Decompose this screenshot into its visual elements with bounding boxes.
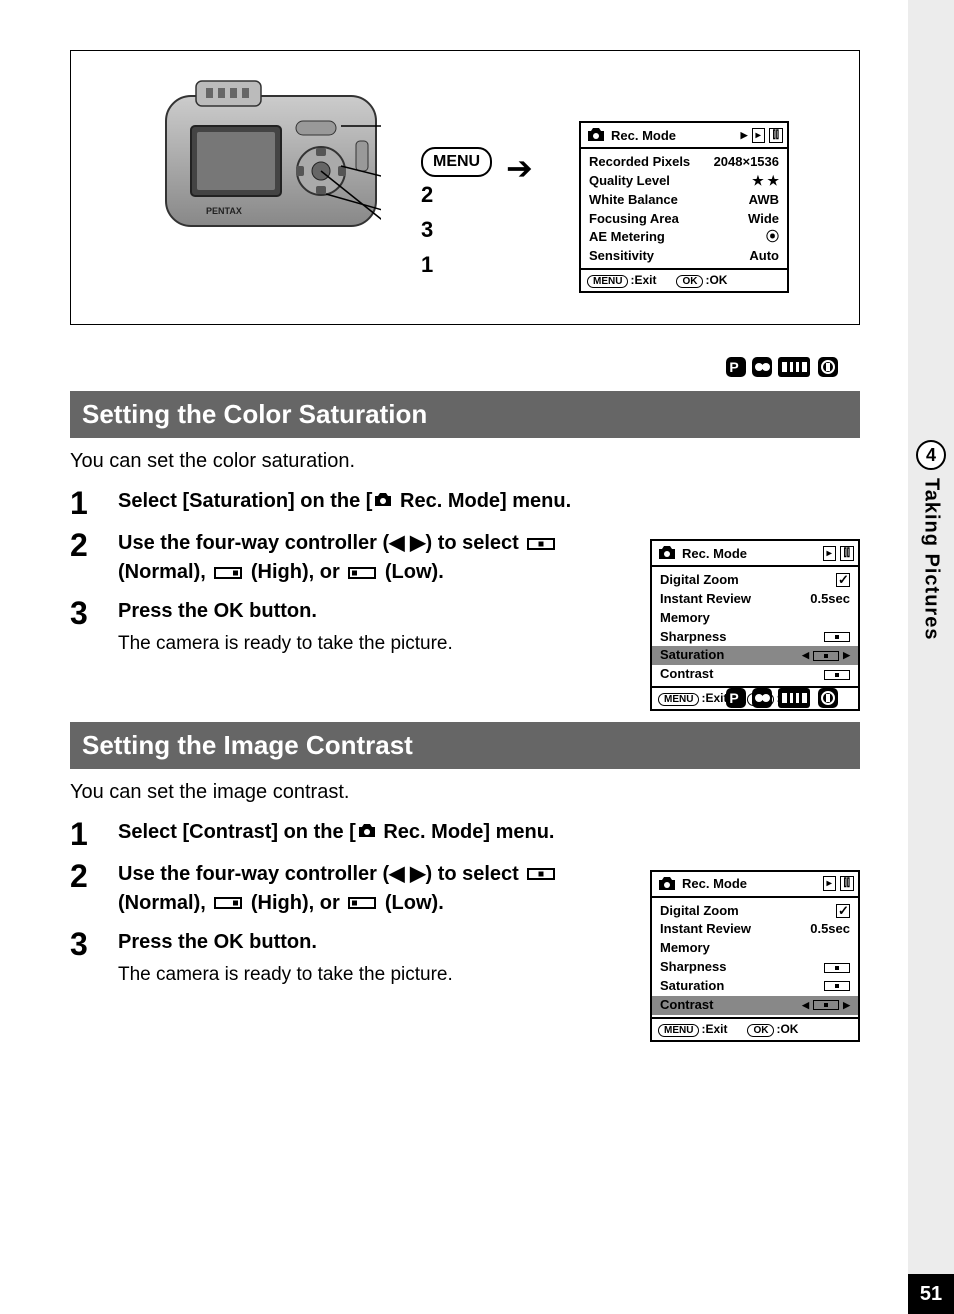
section-contrast: P Setting the Image Contrast You can set… (70, 686, 860, 989)
lcd-row: Saturation (660, 977, 850, 996)
camera-icon (656, 544, 678, 562)
page-number: 51 (908, 1274, 954, 1314)
svg-text:PENTAX: PENTAX (206, 206, 242, 216)
section-saturation: P Setting the Color Saturation You can s… (70, 355, 860, 658)
figure-label-3: 3 (421, 212, 492, 247)
chapter-number: 4 (916, 440, 946, 470)
lcd-title: Rec. Mode (682, 546, 747, 561)
section-intro: You can set the color saturation. (70, 450, 860, 473)
lcd-title: Rec. Mode (611, 128, 676, 143)
lcd-row: Focusing AreaWide (589, 210, 779, 229)
ok-pill-icon: OK (676, 275, 703, 288)
svg-text:P: P (729, 359, 742, 375)
section-title: Setting the Image Contrast (70, 722, 860, 769)
setup-tab-icon: ⫿⫿ (840, 876, 854, 891)
menu-pill-icon: MENU (658, 1024, 699, 1037)
lcd-row: Sharpness (660, 628, 850, 647)
ok-pill-icon: OK (747, 1024, 774, 1037)
play-tab-icon: ▸ (823, 546, 836, 561)
lcd-row: Quality Level★ ★ (589, 172, 779, 191)
camera-icon (656, 875, 678, 893)
lcd-row: Memory (660, 609, 850, 628)
lcd-title: Rec. Mode (682, 876, 747, 891)
lcd-row: Digital Zoom (660, 571, 850, 590)
arrow-right-icon: ➔ (506, 149, 533, 187)
camera-illustration: PENTAX (161, 76, 381, 246)
lcd-row: Digital Zoom (660, 902, 850, 921)
lcd-row-selected: Saturation (652, 646, 858, 665)
step-1: 1 Select [Saturation] on the [ Rec. Mode… (70, 487, 860, 519)
lcd-row: AE Metering⦿ (589, 228, 779, 247)
figure-label-1: 1 (421, 247, 492, 282)
chapter-tab: 4 Taking Pictures (908, 440, 954, 680)
step-1: 1 Select [Contrast] on the [ Rec. Mode] … (70, 818, 860, 850)
section-intro: You can set the image contrast. (70, 781, 860, 804)
lcd-screen-rec-mode-1: Rec. Mode ▶ ▸ ⫿⫿ Recorded Pixels2048×153… (579, 121, 789, 293)
setup-tab-icon: ⫿⫿ (769, 128, 783, 143)
menu-pill-icon: MENU (587, 275, 628, 288)
check-icon (836, 573, 850, 587)
lcd-row: Instant Review0.5sec (660, 920, 850, 939)
play-tab-icon: ▸ (823, 876, 836, 891)
lcd-row: Contrast (660, 665, 850, 684)
lcd-row: SensitivityAuto (589, 247, 779, 266)
figure-labels: MENU 2 3 1 (421, 141, 492, 282)
triangle-right-icon: ▶ (741, 130, 748, 141)
svg-text:P: P (729, 690, 742, 706)
figure-label-2: 2 (421, 177, 492, 212)
camera-icon (372, 491, 394, 509)
section-title: Setting the Color Saturation (70, 391, 860, 438)
chapter-title: Taking Pictures (920, 478, 943, 640)
check-icon (836, 904, 850, 918)
lcd-row: Recorded Pixels2048×1536 (589, 153, 779, 172)
lcd-row: Instant Review0.5sec (660, 590, 850, 609)
lcd-row: Memory (660, 939, 850, 958)
lcd-row: White BalanceAWB (589, 191, 779, 210)
lcd-row-selected: Contrast (652, 996, 858, 1015)
lcd-screen-rec-mode-3: Rec. Mode ▸ ⫿⫿ Digital Zoom Instant Revi… (650, 870, 860, 1042)
mode-icons-row: P (70, 686, 860, 716)
menu-pill: MENU (421, 147, 492, 177)
mode-icons-row: P (70, 355, 860, 385)
camera-icon (585, 126, 607, 144)
play-tab-icon: ▸ (752, 128, 765, 143)
top-figure: PENTAX MENU 2 3 1 ➔ Rec. Mode ▶ ▸ ⫿⫿ (70, 50, 860, 325)
setup-tab-icon: ⫿⫿ (840, 546, 854, 561)
lcd-row: Sharpness (660, 958, 850, 977)
camera-icon (356, 822, 378, 840)
